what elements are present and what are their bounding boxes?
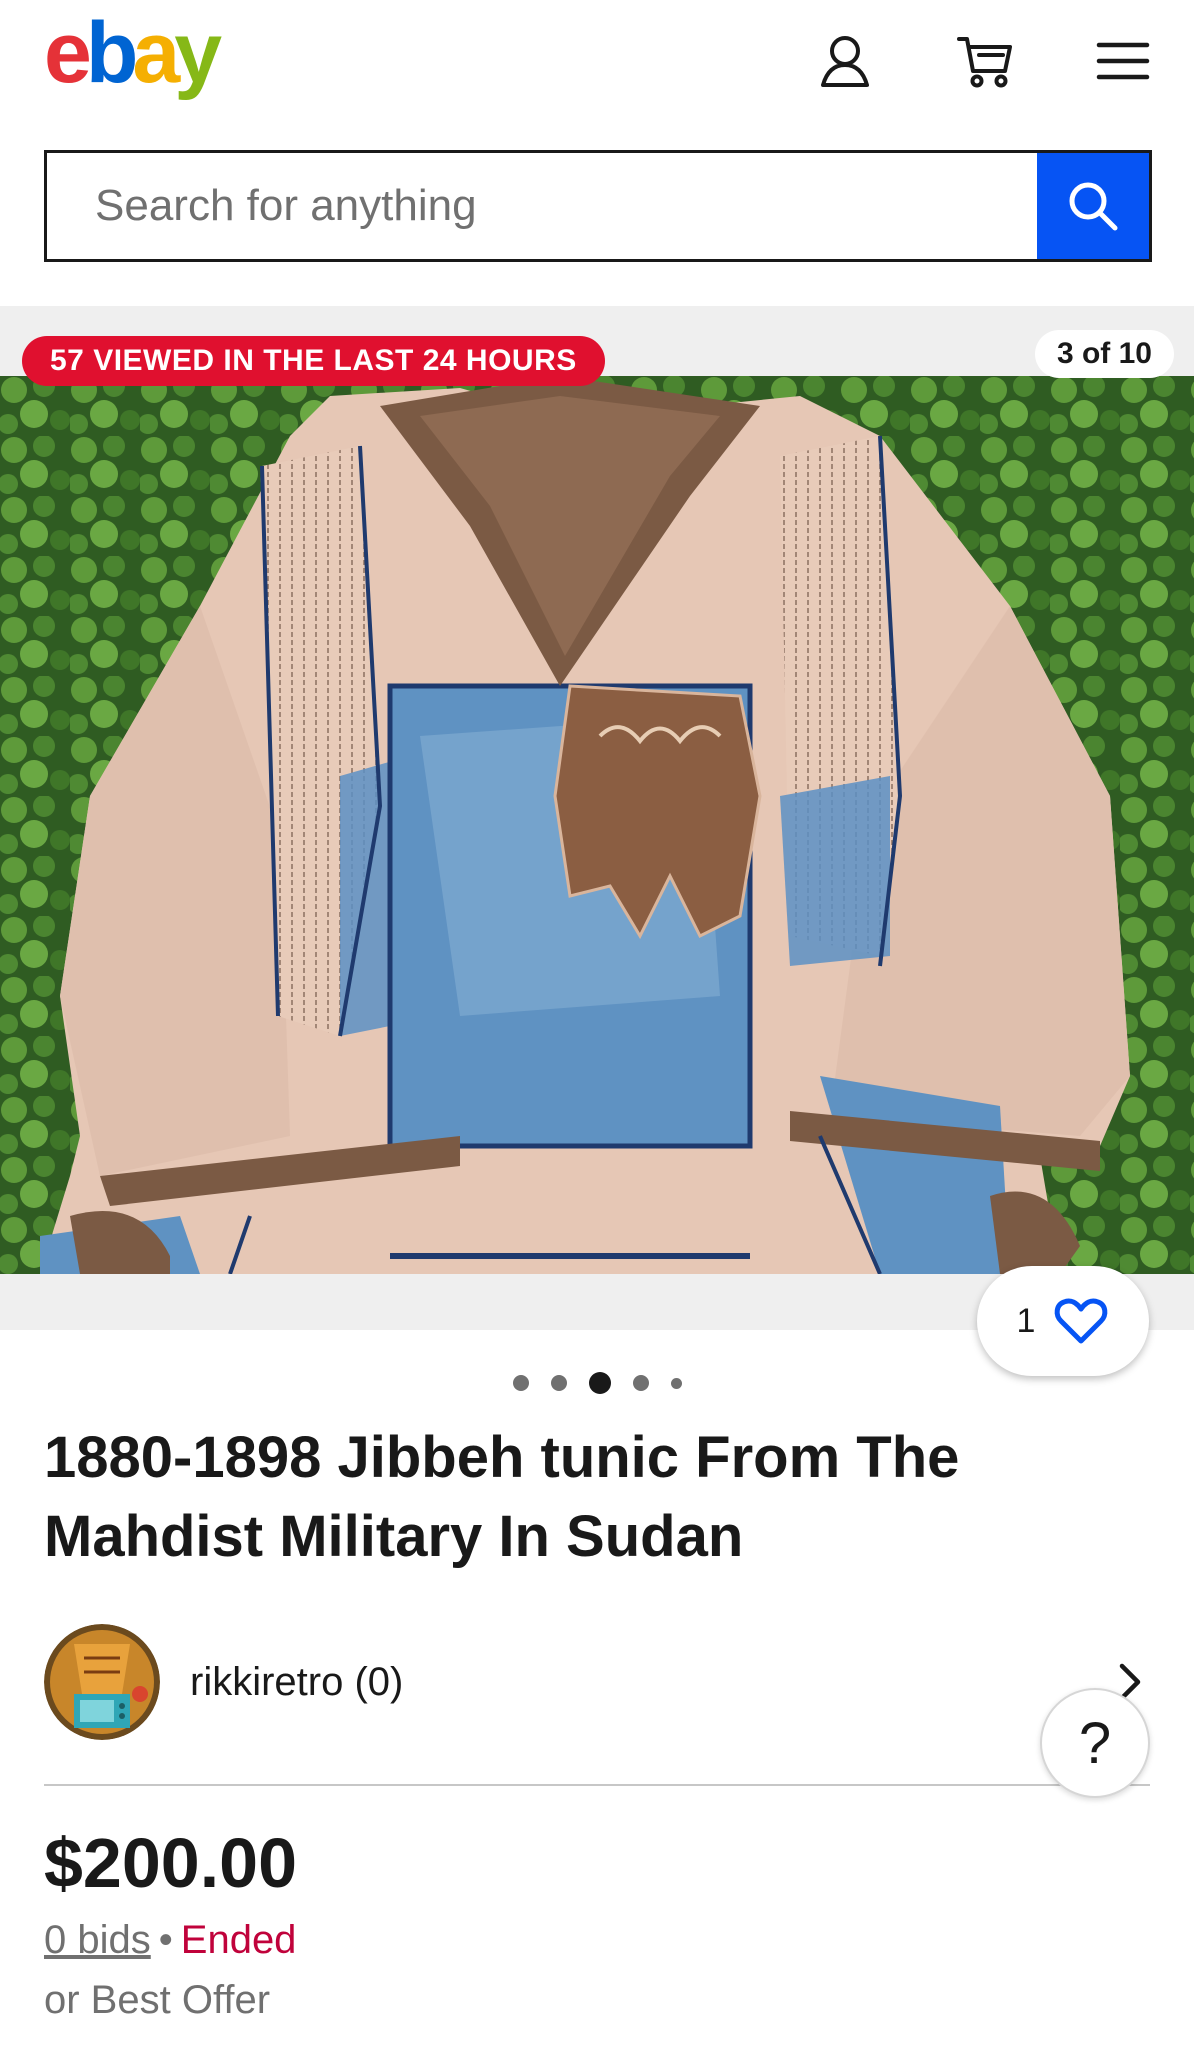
gallery-pagination[interactable] bbox=[0, 1372, 1194, 1394]
image-gallery[interactable]: 57 VIEWED IN THE LAST 24 HOURS 3 of 10 1 bbox=[0, 306, 1194, 1376]
search-input[interactable] bbox=[47, 153, 1037, 259]
bid-status: 0 bids • Ended bbox=[44, 1920, 296, 1960]
menu-icon[interactable] bbox=[1090, 28, 1156, 94]
pagination-dot[interactable] bbox=[632, 1375, 649, 1391]
search-bar bbox=[44, 150, 1152, 262]
pagination-dot[interactable] bbox=[512, 1375, 529, 1391]
watch-count: 1 bbox=[1016, 1301, 1036, 1340]
seller-name[interactable]: rikkiretro (0) bbox=[190, 1660, 403, 1705]
product-image[interactable] bbox=[0, 376, 1194, 1274]
seller-row[interactable]: rikkiretro (0) bbox=[44, 1622, 1150, 1742]
ebay-logo[interactable]: ebay bbox=[44, 10, 222, 96]
header: ebay bbox=[0, 0, 1194, 130]
pagination-dot[interactable] bbox=[550, 1375, 567, 1391]
separator: • bbox=[158, 1918, 173, 1962]
cart-icon[interactable] bbox=[952, 28, 1018, 94]
watch-button[interactable]: 1 bbox=[977, 1266, 1149, 1376]
divider bbox=[44, 1784, 1150, 1786]
ended-status: Ended bbox=[180, 1918, 297, 1962]
pagination-dot[interactable] bbox=[670, 1377, 682, 1389]
search-button[interactable] bbox=[1037, 153, 1149, 259]
pagination-dot-active[interactable] bbox=[588, 1372, 611, 1394]
heart-icon bbox=[1055, 1298, 1108, 1344]
seller-avatar bbox=[44, 1624, 160, 1740]
search-icon bbox=[1069, 182, 1118, 231]
price: $200.00 bbox=[44, 1824, 298, 1902]
help-button[interactable]: ? bbox=[1040, 1688, 1150, 1798]
user-icon[interactable] bbox=[812, 28, 878, 94]
bids-link[interactable]: 0 bids bbox=[44, 1918, 151, 1962]
best-offer-text: or Best Offer bbox=[44, 1978, 271, 2022]
listing-title: 1880-1898 Jibbeh tunic From The Mahdist … bbox=[44, 1425, 960, 1569]
image-counter: 3 of 10 bbox=[1034, 330, 1174, 378]
views-badge: 57 VIEWED IN THE LAST 24 HOURS bbox=[22, 336, 605, 386]
